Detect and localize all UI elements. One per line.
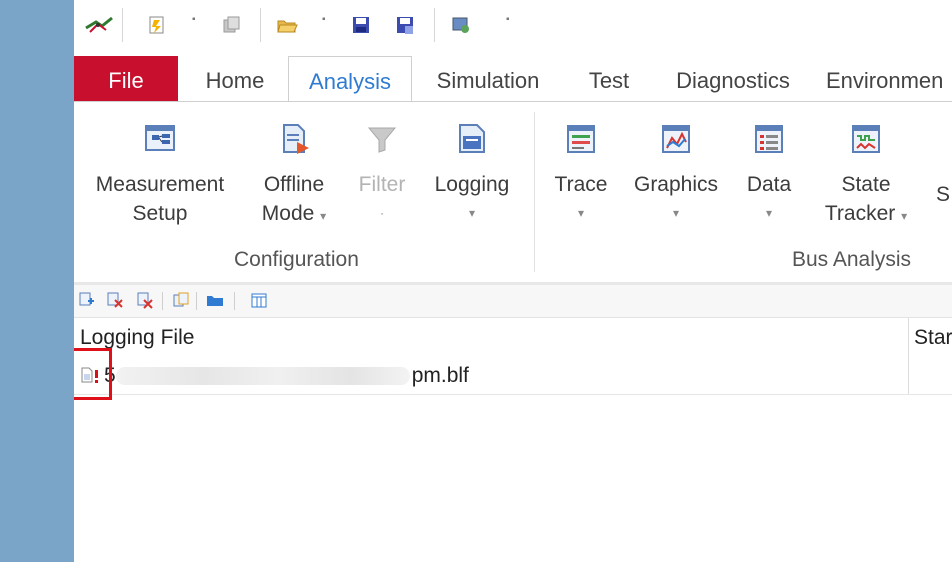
new-config-dropdown[interactable]: ▪: [192, 14, 196, 25]
copy-icon[interactable]: [220, 14, 242, 36]
logging-caret: ▾: [468, 206, 476, 220]
tab-simulation[interactable]: Simulation: [424, 56, 552, 102]
scope-button-partial[interactable]: S: [936, 180, 952, 209]
highlight-box: [74, 348, 112, 400]
state-tracker-button[interactable]: State Tracker ▾: [814, 122, 918, 231]
ribbon-panel: Measurement Setup Offline Mode ▾ Filter …: [74, 102, 952, 282]
application-window: ▪ ▪ ▪ File Home Analysis Simulation Test…: [74, 0, 952, 562]
offline-mode-icon: [283, 124, 309, 154]
logging-button[interactable]: Logging ▾: [428, 122, 516, 228]
state-tracker-label-1: State: [841, 173, 891, 196]
data-button[interactable]: Data ▾: [738, 122, 800, 228]
toolbar-separator: [196, 292, 197, 310]
open-folder-icon[interactable]: [276, 14, 298, 36]
redacted-region: [115, 367, 410, 386]
file-name-suffix: pm.blf: [411, 364, 469, 387]
save-as-icon[interactable]: [394, 14, 416, 36]
graphics-caret: ▾: [672, 206, 680, 220]
data-label: Data: [746, 173, 792, 196]
graphics-icon: [662, 125, 690, 153]
trace-button[interactable]: Trace ▾: [548, 122, 614, 228]
add-logging-file-icon[interactable]: [78, 291, 96, 309]
measurement-setup-label-1: Measurement: [95, 173, 225, 196]
open-folder-small-icon[interactable]: [206, 291, 224, 309]
tab-file[interactable]: File: [74, 56, 178, 102]
trace-label: Trace: [554, 173, 608, 196]
group-separator: [534, 112, 535, 272]
left-background-panel: [0, 0, 74, 562]
logging-file-name: 5 pm.blf: [104, 360, 469, 392]
graphics-button[interactable]: Graphics ▾: [630, 122, 722, 228]
configuration-group-label: Configuration: [234, 248, 359, 271]
toolbar-separator: [122, 8, 123, 42]
copy-file-icon[interactable]: [172, 291, 190, 309]
toolbar-separator: [234, 292, 235, 310]
logging-label: Logging: [434, 173, 510, 196]
filter-icon: [367, 127, 397, 153]
delete-logging-file-icon[interactable]: [136, 291, 154, 309]
measurement-setup-button[interactable]: Measurement Setup: [90, 122, 230, 228]
offline-mode-button[interactable]: Offline Mode ▾: [252, 122, 336, 231]
filter-caret: ·: [380, 206, 384, 220]
customize-icon[interactable]: ▪: [506, 14, 510, 25]
trace-caret: ▾: [577, 206, 585, 220]
ribbon-tabs: File Home Analysis Simulation Test Diagn…: [74, 56, 952, 102]
toolbar-separator: [260, 8, 261, 42]
logging-table-header: Logging File Star: [74, 318, 952, 358]
state-tracker-icon: [852, 125, 880, 153]
toolbar-separator: [162, 292, 163, 310]
offline-mode-caret: ▾: [320, 209, 327, 223]
configure-icon[interactable]: [450, 14, 472, 36]
data-caret: ▾: [765, 206, 773, 220]
state-tracker-caret: ▾: [901, 209, 908, 223]
bus-analysis-group-label: Bus Analysis: [792, 248, 912, 271]
trace-icon: [567, 125, 595, 153]
scope-label-partial: S: [936, 183, 951, 206]
offline-mode-label-2: Mode: [261, 202, 315, 225]
app-logo-icon[interactable]: [84, 14, 114, 36]
data-icon: [755, 125, 783, 153]
measurement-setup-label-2: Setup: [132, 202, 188, 225]
open-dropdown[interactable]: ▪: [322, 14, 326, 25]
save-icon[interactable]: [350, 14, 372, 36]
logging-toolbar: [74, 285, 952, 318]
remove-logging-file-icon[interactable]: [106, 291, 124, 309]
table-row[interactable]: 5 pm.blf: [74, 358, 952, 395]
tab-environment[interactable]: Environmen: [826, 56, 952, 102]
new-config-icon[interactable]: [146, 14, 168, 36]
tab-analysis[interactable]: Analysis: [288, 56, 412, 102]
tab-home[interactable]: Home: [190, 56, 280, 102]
column-header-start[interactable]: Star: [914, 318, 952, 358]
quick-access-toolbar: ▪ ▪ ▪: [74, 0, 952, 50]
graphics-label: Graphics: [633, 173, 719, 196]
state-tracker-label-2: Tracker: [824, 202, 896, 225]
measurement-setup-icon: [145, 125, 175, 151]
tab-test[interactable]: Test: [574, 56, 644, 102]
tab-diagnostics[interactable]: Diagnostics: [666, 56, 800, 102]
offline-mode-label-1: Offline: [263, 173, 325, 196]
filter-button[interactable]: Filter ·: [352, 122, 412, 228]
filter-label: Filter: [358, 173, 406, 196]
toolbar-separator: [434, 8, 435, 42]
column-settings-icon[interactable]: [250, 291, 268, 309]
logging-icon: [459, 124, 485, 153]
